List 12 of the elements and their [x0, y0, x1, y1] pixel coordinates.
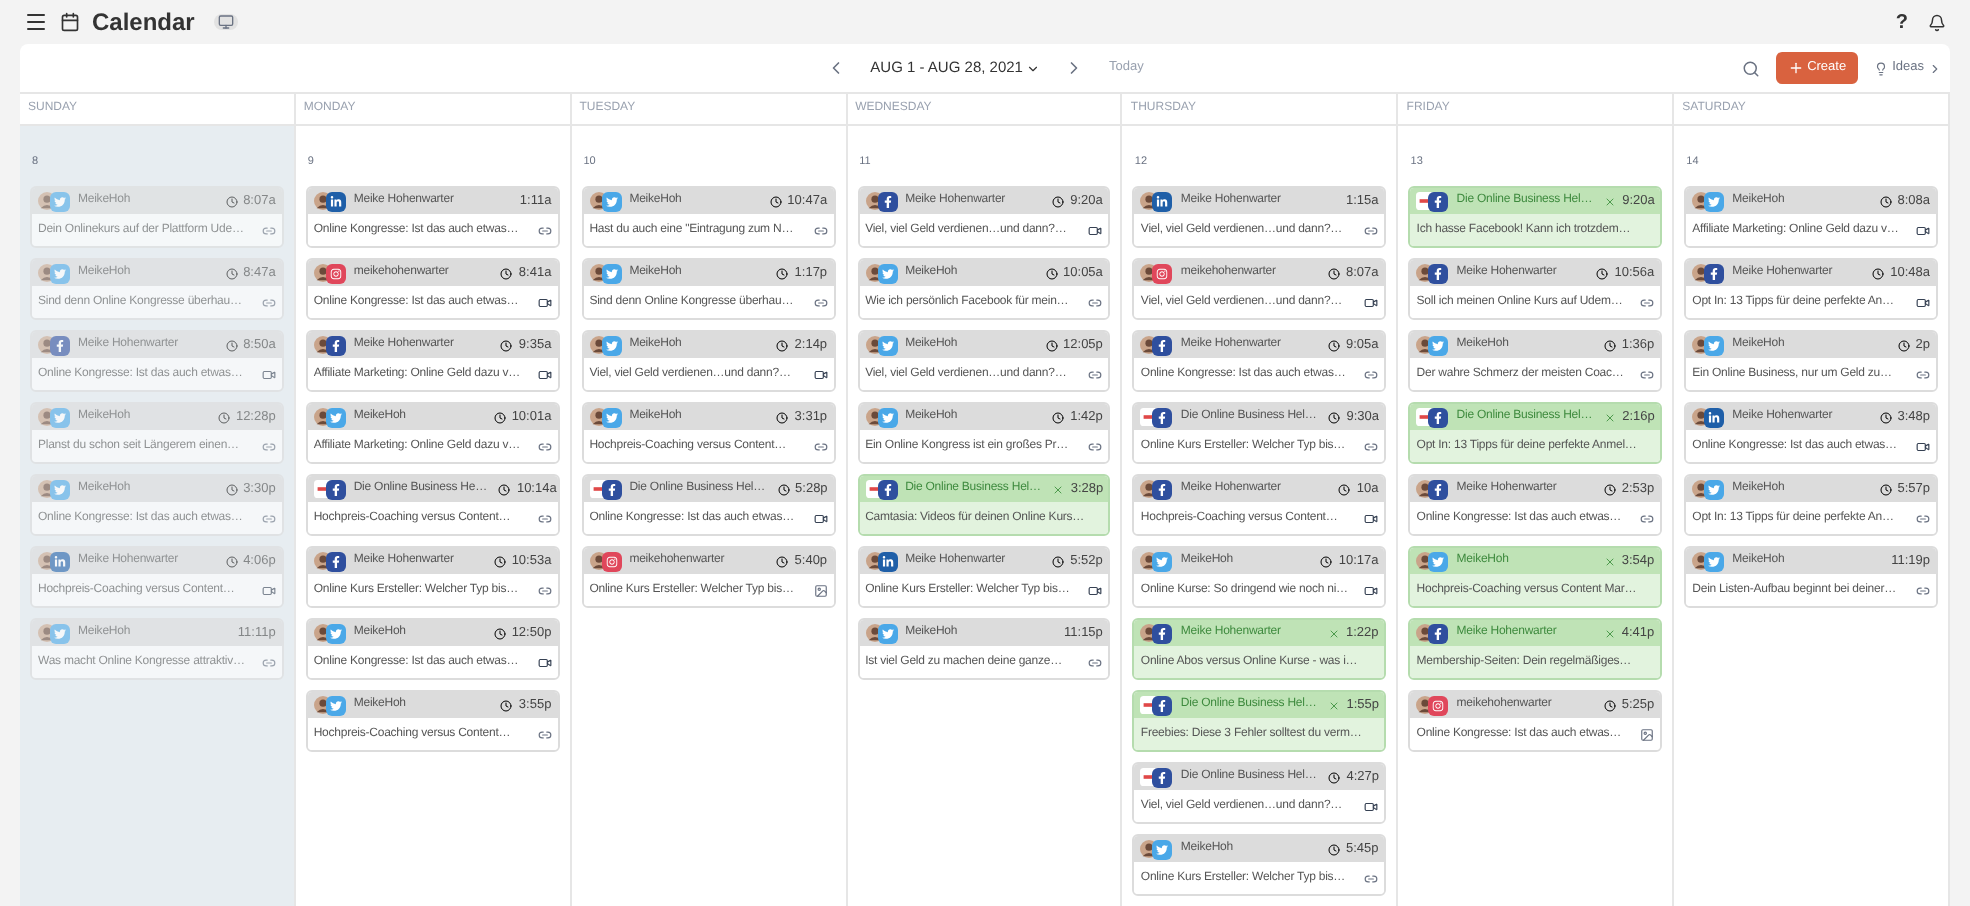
- plus-icon: [1787, 60, 1804, 76]
- menu-icon[interactable]: [24, 10, 48, 34]
- lightbulb-icon: [1874, 61, 1889, 75]
- monitor-button[interactable]: [214, 14, 239, 30]
- app-title: Calendar: [92, 6, 195, 40]
- chevron-right-icon: [1928, 61, 1942, 75]
- caret-icon: [1026, 61, 1041, 75]
- search-icon[interactable]: [1741, 59, 1760, 77]
- bell-icon[interactable]: [1928, 13, 1946, 31]
- monitor-icon: [218, 14, 235, 30]
- calendar-icon: [60, 12, 80, 32]
- help-button[interactable]: ?: [1895, 7, 1908, 37]
